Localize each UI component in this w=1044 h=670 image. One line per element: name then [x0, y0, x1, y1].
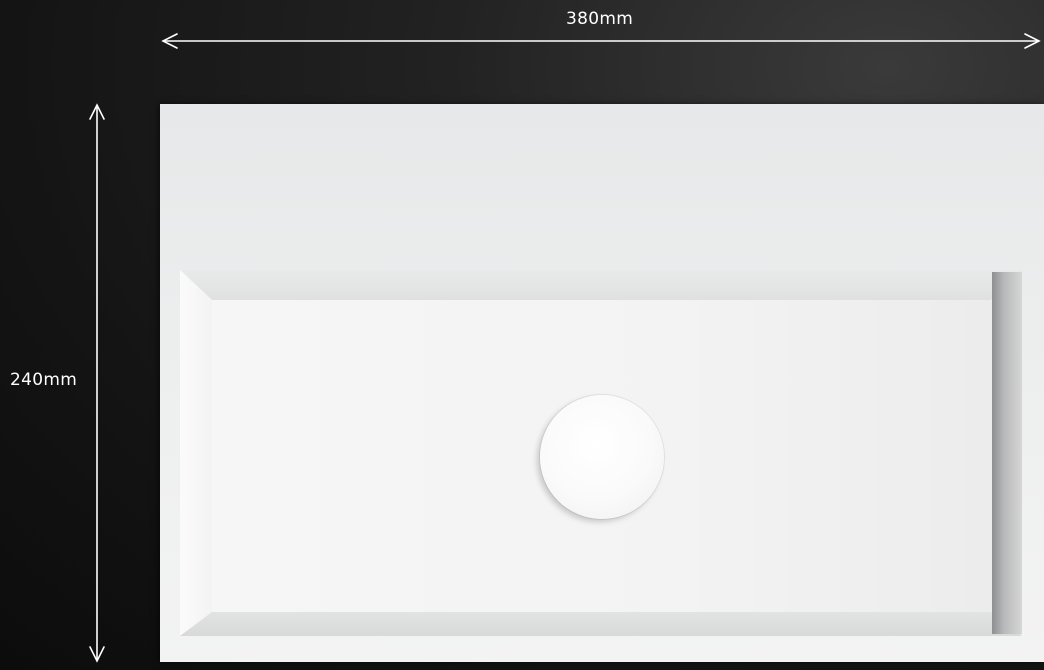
dimension-arrows: [89, 33, 1041, 663]
product-dimension-image: 380mm 240mm: [0, 0, 1044, 670]
height-dimension-label: 240mm: [10, 370, 78, 390]
width-dimension-label: 380mm: [566, 9, 634, 29]
